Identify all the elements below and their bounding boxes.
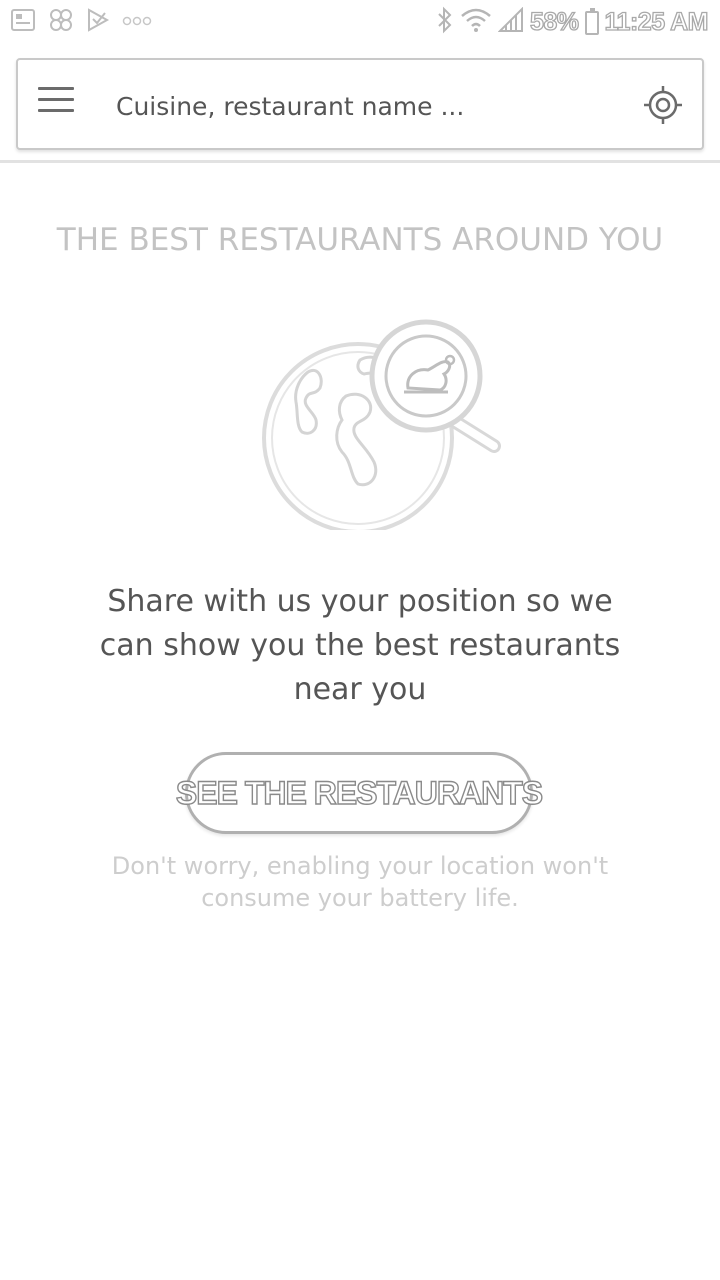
globe-magnifier-chicken-icon [262, 316, 512, 534]
battery-footnote: Don't worry, enabling your location won'… [111, 852, 609, 912]
see-restaurants-button[interactable]: SEE THE RESTAURANTS [175, 752, 544, 834]
system-icons: 58% 11:25 AM [436, 6, 709, 39]
search-input[interactable] [114, 84, 614, 128]
search-bar [16, 58, 704, 150]
battery-percent: 58% [529, 7, 579, 36]
clock: 11:25 AM [604, 7, 709, 36]
crosshair-location-icon[interactable] [642, 84, 684, 126]
pinwheel-notification-icon [48, 7, 74, 38]
battery-icon [584, 7, 599, 35]
header-divider [0, 160, 720, 163]
notification-icons [10, 7, 152, 38]
status-bar: 58% 11:25 AM [0, 0, 720, 42]
location-prompt-message: Share with us your position so we can sh… [99, 584, 621, 707]
bluetooth-icon [436, 6, 454, 39]
wifi-icon [460, 6, 492, 39]
image-notification-icon [10, 8, 36, 37]
more-notifications-icon [122, 14, 152, 32]
page-headline: THE BEST RESTAURANTS AROUND YOU [56, 222, 664, 258]
signal-icon [497, 6, 524, 38]
hamburger-menu-icon[interactable] [38, 87, 74, 121]
check-notification-icon [86, 7, 110, 38]
see-restaurants-label: SEE THE RESTAURANTS [175, 774, 544, 811]
